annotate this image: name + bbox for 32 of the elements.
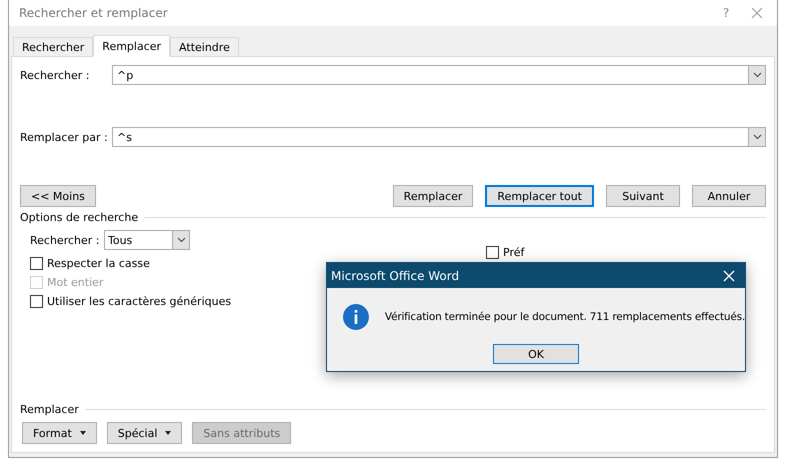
caret-icon — [80, 431, 86, 435]
message-text: Vérification terminée pour le document. 711 remplacements effectués. — [384, 311, 745, 323]
combo-field[interactable]: Tous — [104, 230, 190, 250]
menu-button[interactable]: Spécial — [106, 422, 182, 444]
action-button[interactable]: Annuler — [692, 185, 766, 207]
action-button[interactable]: Remplacer tout — [485, 185, 594, 207]
menu-button[interactable]: Format — [22, 422, 97, 444]
chevron-down-icon — [752, 72, 762, 78]
window-title: Rechercher et remplacer — [19, 6, 169, 20]
tab[interactable]: Atteindre — [170, 37, 239, 57]
checkbox[interactable]: Respecter la casse — [30, 255, 486, 271]
combo-field[interactable]: ^s — [112, 127, 766, 147]
action-button[interactable]: Suivant — [606, 185, 680, 207]
chevron-down-icon — [752, 134, 762, 140]
ok-button[interactable]: OK — [493, 344, 579, 364]
chevron-down-icon — [176, 237, 186, 243]
help-button[interactable]: ? — [709, 6, 743, 20]
checkbox[interactable]: Préf — [486, 244, 686, 260]
checkbox[interactable]: Utiliser les caractères génériques — [30, 293, 486, 309]
tab[interactable]: Remplacer — [93, 35, 170, 57]
message-dialog-title: Microsoft Office Word — [331, 268, 460, 282]
combo-field[interactable]: ^p — [112, 65, 766, 85]
section-title: Remplacer — [20, 403, 79, 416]
field-label: Remplacer par : — [20, 130, 109, 144]
less-button[interactable]: << Moins — [20, 185, 96, 207]
caret-icon — [165, 431, 172, 435]
field-label: Rechercher : — [20, 68, 90, 82]
field-label: Rechercher : — [30, 234, 100, 246]
section-title: Options de recherche — [20, 211, 138, 224]
action-button[interactable]: Remplacer — [392, 185, 474, 207]
info-icon — [343, 302, 369, 332]
tab[interactable]: Rechercher — [13, 37, 94, 57]
